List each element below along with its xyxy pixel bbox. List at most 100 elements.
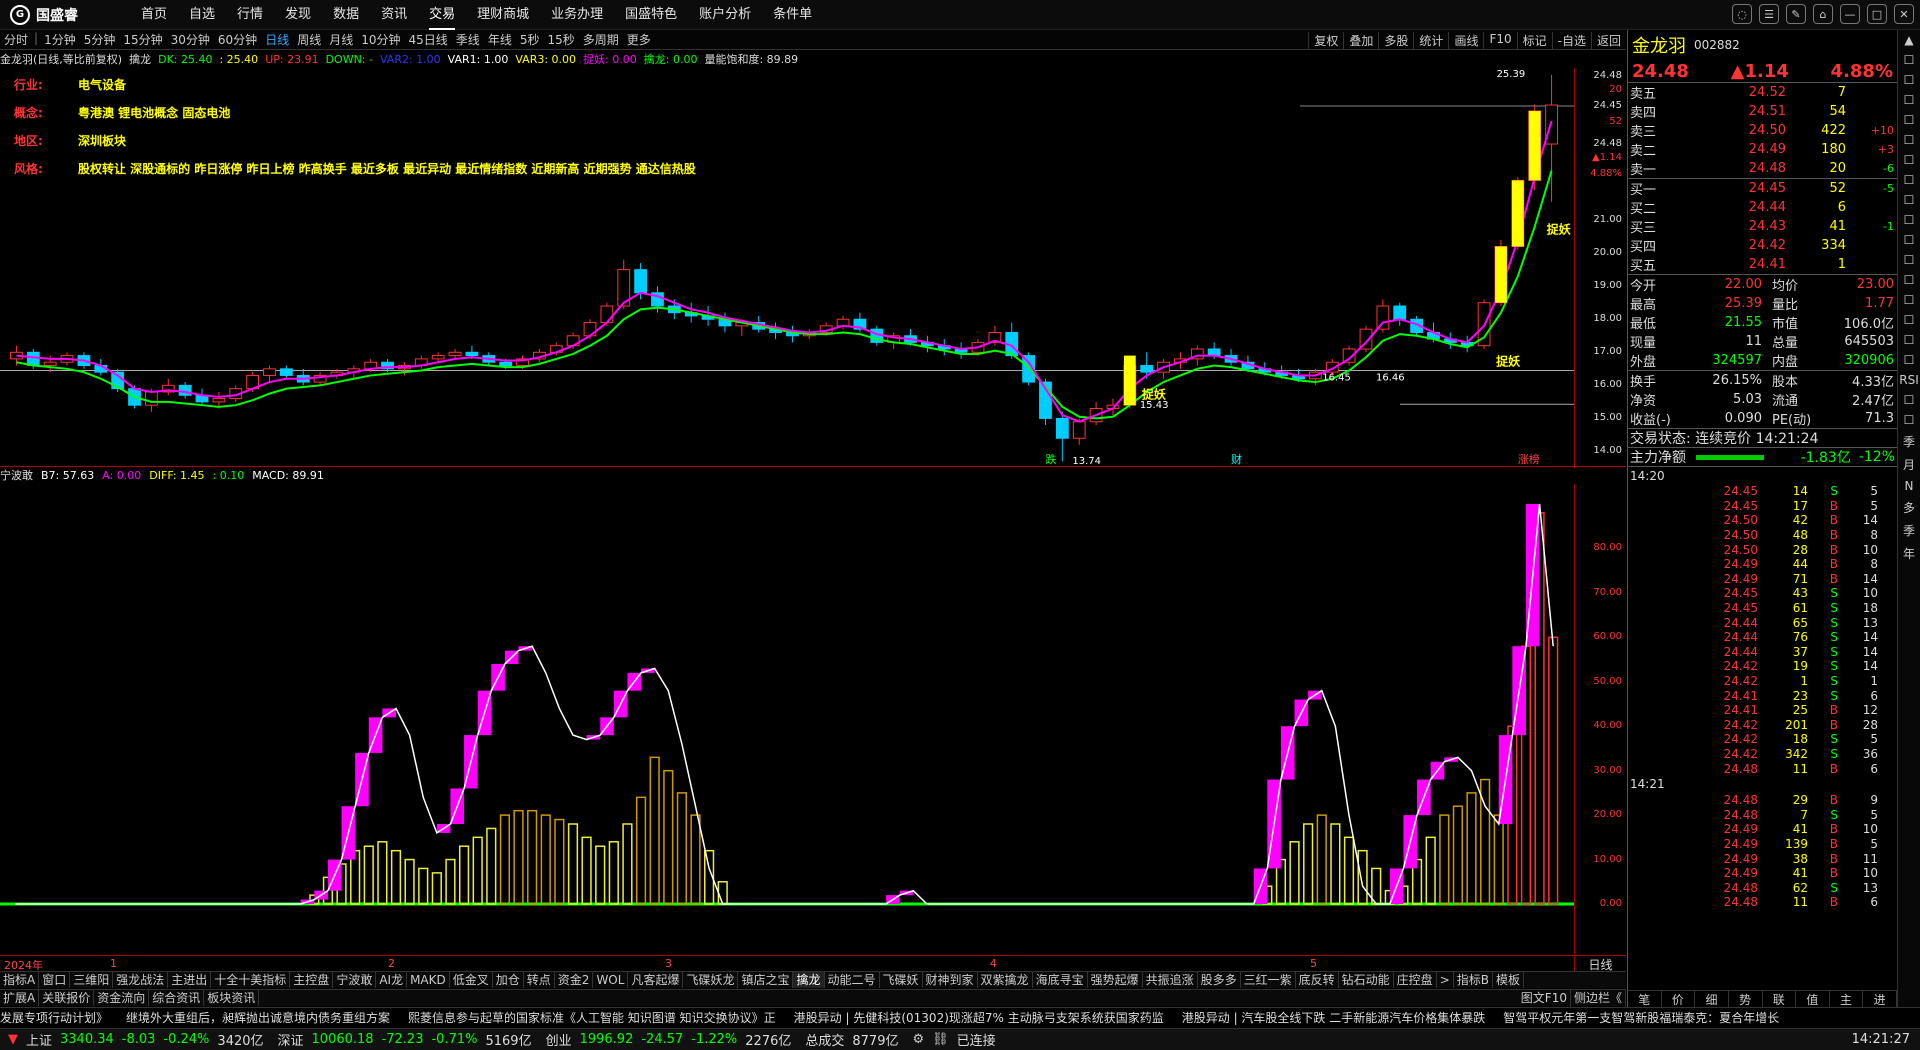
sidebar-item-2[interactable]: ☐ xyxy=(1904,73,1915,87)
book-row[interactable]: 买四 24.42 334 xyxy=(1628,236,1897,255)
nav-item-3[interactable]: 发现 xyxy=(285,0,311,30)
nav-item-5[interactable]: 资讯 xyxy=(381,0,407,30)
nav-item-4[interactable]: 数据 xyxy=(333,0,359,30)
tick-tab-0[interactable]: 笔 xyxy=(1628,991,1662,1007)
nav-item-8[interactable]: 业务办理 xyxy=(551,0,603,30)
chart-tool-4[interactable]: 画线 xyxy=(1448,32,1483,49)
tick-tab-3[interactable]: 势 xyxy=(1729,991,1763,1007)
period-16[interactable]: 更多 xyxy=(623,31,655,48)
indicator-tab-23[interactable]: 海底寻宝 xyxy=(1033,972,1088,988)
nav-item-9[interactable]: 国盛特色 xyxy=(625,0,677,30)
chart-tool-1[interactable]: 叠加 xyxy=(1343,32,1378,49)
sidebar-item-4[interactable]: ☐ xyxy=(1904,113,1915,127)
news-item[interactable]: 智驾平权元年第一支智驾新股福瑞泰克：夏合年增长 xyxy=(1503,1009,1779,1026)
news-item[interactable]: 熙菱信息参与起草的国家标准《人工智能 知识图谱 知识交换协议》正 xyxy=(408,1009,776,1026)
book-row[interactable]: 买一 24.45 52 -5 xyxy=(1628,179,1897,198)
period-11[interactable]: 季线 xyxy=(452,31,484,48)
period-14[interactable]: 15秒 xyxy=(543,31,578,48)
book-row[interactable]: 卖三 24.50 422 +10 xyxy=(1628,121,1897,140)
skin-icon[interactable]: ✎ xyxy=(1786,4,1806,24)
indicator-tab-5[interactable]: 十全十美指标 xyxy=(211,972,291,988)
book-row[interactable]: 卖五 24.52 7 xyxy=(1628,83,1897,102)
sidebar-item-16[interactable]: ☐ xyxy=(1904,353,1915,367)
side-tab-1[interactable]: 侧边栏《 xyxy=(1571,990,1626,1007)
period-13[interactable]: 5秒 xyxy=(516,31,544,48)
book-row[interactable]: 买五 24.41 1 xyxy=(1628,255,1897,274)
cy-label[interactable]: 创业 xyxy=(546,1030,572,1049)
indicator-tab-24[interactable]: 强势起爆 xyxy=(1088,972,1143,988)
sidebar-item-17[interactable]: RSI xyxy=(1899,373,1919,387)
news-item[interactable]: 发展专项行动计划》 xyxy=(0,1009,108,1026)
info-tab-2[interactable]: 资金流向 xyxy=(94,990,150,1006)
range-label[interactable]: 日线 xyxy=(1574,955,1626,972)
indicator-tab-18[interactable]: 擒龙 xyxy=(793,972,825,988)
sidebar-item-13[interactable]: ☐ xyxy=(1904,293,1915,307)
sidebar-item-7[interactable]: ☐ xyxy=(1904,173,1915,187)
indicator-tab-17[interactable]: 镇店之宝 xyxy=(738,972,794,988)
close-icon[interactable]: ✕ xyxy=(1894,4,1914,24)
nav-item-0[interactable]: 首页 xyxy=(141,0,167,30)
maximize-icon[interactable]: □ xyxy=(1867,4,1887,24)
sidebar-item-15[interactable]: ☐ xyxy=(1904,333,1915,347)
sidebar-item-18[interactable]: ☐ xyxy=(1904,393,1915,407)
sidebar-item-12[interactable]: ☐ xyxy=(1904,273,1915,287)
news-item[interactable]: 港股异动 | 先健科技(01302)现涨超7% 主动脉弓支架系统获国家药监 xyxy=(794,1009,1164,1026)
side-tab-0[interactable]: 图文F10 xyxy=(1518,990,1571,1007)
period-12[interactable]: 年线 xyxy=(484,31,516,48)
shirt-icon[interactable]: ⌂ xyxy=(1813,4,1833,24)
indicator-tab-12[interactable]: 转点 xyxy=(524,972,555,988)
tick-tab-2[interactable]: 细 xyxy=(1695,991,1729,1007)
period-15[interactable]: 多周期 xyxy=(579,31,623,48)
period-4[interactable]: 30分钟 xyxy=(167,31,214,48)
indicator-tab-11[interactable]: 加仓 xyxy=(493,972,524,988)
period-3[interactable]: 15分钟 xyxy=(119,31,166,48)
indicator-tab-31[interactable]: > xyxy=(1437,972,1454,988)
tick-tab-1[interactable]: 价 xyxy=(1662,991,1696,1007)
period-10[interactable]: 45日线 xyxy=(405,31,452,48)
chart-tool-5[interactable]: F10 xyxy=(1483,32,1516,49)
period-5[interactable]: 60分钟 xyxy=(214,31,261,48)
nav-item-11[interactable]: 条件单 xyxy=(773,0,812,30)
sidebar-item-23[interactable]: 多 xyxy=(1903,499,1915,516)
chart-tool-3[interactable]: 统计 xyxy=(1413,32,1448,49)
book-row[interactable]: 卖一 24.48 20 -6 xyxy=(1628,159,1897,178)
nav-item-7[interactable]: 理财商城 xyxy=(477,0,529,30)
indicator-tab-6[interactable]: 主控盘 xyxy=(290,972,334,988)
indicator-tab-32[interactable]: 指标B xyxy=(1454,972,1493,988)
sidebar-item-5[interactable]: ☐ xyxy=(1904,133,1915,147)
sidebar-item-20[interactable]: 季 xyxy=(1903,433,1915,450)
indicator-tab-0[interactable]: 指标A xyxy=(0,972,40,988)
chart-tool-0[interactable]: 复权 xyxy=(1308,32,1343,49)
sz-label[interactable]: 深证 xyxy=(278,1030,304,1049)
indicator-tab-10[interactable]: 低金叉 xyxy=(450,972,493,988)
indicator-tab-21[interactable]: 财神到家 xyxy=(923,972,978,988)
period-0[interactable]: 分时 xyxy=(0,31,32,48)
app-logo[interactable]: G 国盛睿 xyxy=(0,4,130,25)
sidebar-item-24[interactable]: 季 xyxy=(1903,522,1915,539)
chart-tool-2[interactable]: 多股 xyxy=(1378,32,1413,49)
indicator-tab-33[interactable]: 模板 xyxy=(1493,972,1524,988)
period-1[interactable]: 1分钟 xyxy=(40,31,80,48)
sidebar-item-1[interactable]: ☐ xyxy=(1904,53,1915,67)
indicator-tab-28[interactable]: 底反转 xyxy=(1296,972,1339,988)
period-2[interactable]: 5分钟 xyxy=(80,31,120,48)
tick-tab-6[interactable]: 主 xyxy=(1830,991,1864,1007)
book-row[interactable]: 买三 24.43 41 -1 xyxy=(1628,217,1897,236)
indicator-tab-9[interactable]: MAKD xyxy=(407,972,450,988)
nav-item-2[interactable]: 行情 xyxy=(237,0,263,30)
book-row[interactable]: 卖二 24.49 180 +3 xyxy=(1628,140,1897,159)
chart-tool-6[interactable]: 标记 xyxy=(1516,32,1552,49)
indicator-tab-4[interactable]: 主进出 xyxy=(168,972,212,988)
tick-list[interactable]: 14:20 24.45 14 S 5 24.45 17 B 5 24.50 42 B 14 24.50 48… xyxy=(1628,466,1897,910)
book-row[interactable]: 买二 24.44 6 xyxy=(1628,198,1897,217)
period-6[interactable]: 日线 xyxy=(261,31,293,48)
minimize-icon[interactable]: — xyxy=(1840,4,1860,24)
sidebar-item-19[interactable]: ☐ xyxy=(1904,413,1915,427)
sidebar-item-25[interactable]: 年 xyxy=(1903,545,1915,562)
info-tab-3[interactable]: 综合资讯 xyxy=(149,990,205,1006)
period-9[interactable]: 10分钟 xyxy=(357,31,404,48)
info-tab-1[interactable]: 关联报价 xyxy=(39,990,95,1006)
nav-item-1[interactable]: 自选 xyxy=(189,0,215,30)
nav-item-10[interactable]: 账户分析 xyxy=(699,0,751,30)
indicator-tab-8[interactable]: AI龙 xyxy=(376,972,408,988)
